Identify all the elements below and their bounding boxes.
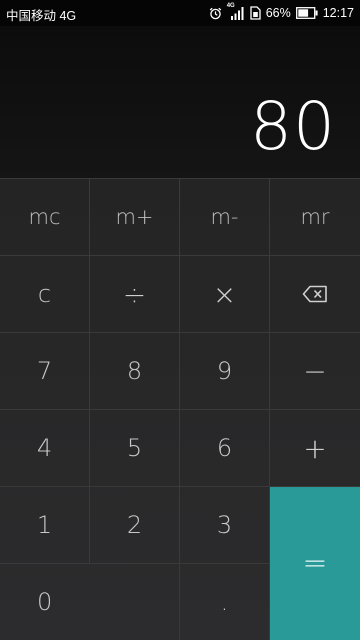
digit-1-button[interactable]: 1	[0, 486, 90, 563]
result-display: 80	[0, 26, 360, 178]
backspace-button[interactable]	[270, 255, 360, 332]
mr-button[interactable]: mr	[270, 178, 360, 255]
add-button[interactable]: +	[270, 409, 360, 486]
digit-3-button[interactable]: 3	[180, 486, 270, 563]
battery-icon	[295, 7, 318, 19]
decimal-button[interactable]: .	[180, 563, 270, 640]
status-icons: 4G 66% 12:17	[209, 3, 354, 22]
digit-2-button[interactable]: 2	[90, 486, 180, 563]
carrier-label: 中国移动 4G	[6, 9, 77, 23]
keypad: mc m+ m- mr c ÷ × 7 8 9 − 4 5 6 + 1 2 3	[0, 178, 360, 640]
clock: 12:17	[322, 6, 354, 20]
digit-8-button[interactable]: 8	[90, 332, 180, 409]
alarm-icon	[209, 7, 222, 20]
m-minus-button[interactable]: m-	[180, 178, 270, 255]
digit-4-button[interactable]: 4	[0, 409, 90, 486]
result-value: 80	[250, 88, 336, 165]
equals-button[interactable]: =	[270, 486, 360, 640]
backspace-icon	[302, 285, 328, 303]
digit-0-button[interactable]: 0	[0, 563, 180, 640]
clear-button[interactable]: c	[0, 255, 90, 332]
subtract-button[interactable]: −	[270, 332, 360, 409]
network-badge: 4G	[226, 3, 235, 9]
m-plus-button[interactable]: m+	[90, 178, 180, 255]
sim-icon	[250, 6, 261, 20]
digit-6-button[interactable]: 6	[180, 409, 270, 486]
divide-button[interactable]: ÷	[90, 255, 180, 332]
digit-0-label: 0	[37, 588, 53, 616]
signal-icon: 4G	[226, 3, 245, 20]
digit-7-button[interactable]: 7	[0, 332, 90, 409]
battery-percent: 66%	[265, 6, 291, 20]
calculator-screen: 中国移动 4G 4G 66% 12:17 80 mc m+ m- mr c ÷ …	[0, 0, 360, 640]
digit-9-button[interactable]: 9	[180, 332, 270, 409]
digit-5-button[interactable]: 5	[90, 409, 180, 486]
status-bar: 中国移动 4G 4G 66% 12:17	[0, 0, 360, 26]
multiply-button[interactable]: ×	[180, 255, 270, 332]
mc-button[interactable]: mc	[0, 178, 90, 255]
